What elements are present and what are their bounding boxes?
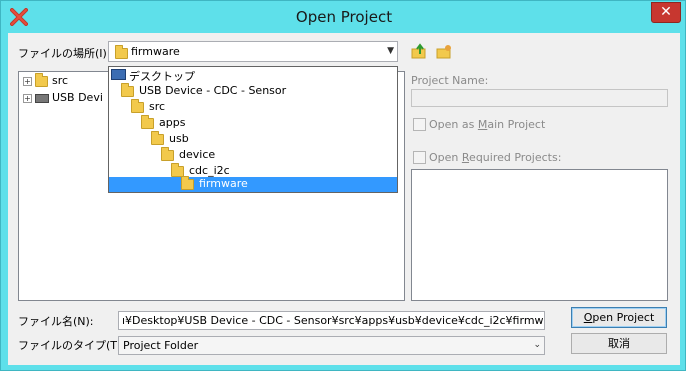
dropdown-item-usb[interactable]: usb [109,131,397,147]
location-label: ファイルの場所(I): [18,47,111,60]
dropdown-item-label: usb [169,132,189,145]
label-part: Open as [429,118,478,131]
dropdown-item-apps[interactable]: apps [109,115,397,131]
button-label: pen Project [592,311,655,324]
location-dropdown-list[interactable]: デスクトップ USB Device - CDC - Sensor src app… [108,66,398,193]
open-as-main-label: Open as Main Project [429,118,545,131]
dropdown-item-firmware[interactable]: firmware [109,176,397,192]
filename-input[interactable]: ı¥Desktop¥USB Device - CDC - Sensor¥src¥… [118,311,545,330]
close-button[interactable]: ✕ [651,2,681,23]
folder-icon [121,83,134,97]
up-folder-icon[interactable] [411,43,427,59]
filetype-label: ファイルのタイプ(T): [18,339,126,352]
expand-icon[interactable]: + [23,76,32,86]
cancel-button[interactable]: 取消 [571,333,667,354]
dropdown-item-usb-device[interactable]: USB Device - CDC - Sensor [109,83,397,99]
dropdown-item-label: デスクトップ [129,70,195,83]
dropdown-item-label: firmware [199,177,248,190]
dropdown-item-desktop[interactable]: デスクトップ [109,67,397,83]
chevron-down-icon[interactable]: ▼ [387,46,394,56]
filetype-select[interactable]: Project Folder ⌄ [118,336,545,355]
location-value: firmware [131,45,180,58]
location-combo[interactable]: firmware ▼ [108,41,398,62]
folder-icon [115,45,128,59]
dropdown-item-label: device [179,148,216,161]
dropdown-item-label: src [149,100,166,113]
folder-icon [151,131,164,145]
tree-item-usb-device[interactable]: + USB Devi [23,91,103,107]
open-as-main-checkbox[interactable] [413,118,426,131]
project-name-label: Project Name: [411,74,489,87]
filename-label: ファイル名(N): [18,315,94,328]
title-bar[interactable]: Open Project ✕ [1,1,686,33]
folder-icon [181,176,194,190]
folder-icon [161,147,174,161]
mnemonic: R [461,151,470,164]
folder-icon [141,115,154,129]
open-required-checkbox[interactable] [413,151,426,164]
open-project-button[interactable]: Open Project [571,307,667,328]
tree-item-src[interactable]: + src [23,72,69,90]
desktop-icon [111,69,126,80]
open-project-window: Open Project ✕ ファイルの場所(I): firmware ▼ + s… [0,0,686,371]
required-projects-list[interactable] [411,169,668,301]
filetype-value: Project Folder [123,339,199,352]
mnemonic: M [477,118,488,131]
folder-icon [131,99,144,113]
tree-item-label: src [52,74,69,87]
dropdown-item-device[interactable]: device [109,147,397,163]
expand-icon[interactable]: + [23,93,32,103]
label-part: Open [429,151,462,164]
tree-item-label: USB Devi [52,91,103,104]
dropdown-item-src[interactable]: src [109,99,397,115]
dialog-body: ファイルの場所(I): firmware ▼ + src + USB Devi [8,33,680,365]
label-part: ain Project [487,118,546,131]
new-folder-icon[interactable] [436,43,452,59]
dropdown-item-label: cdc_i2c [189,164,230,177]
dropdown-item-label: apps [159,116,186,129]
drive-icon [35,93,49,103]
project-name-field [411,89,668,107]
open-required-label: Open Required Projects: [429,151,561,164]
label-part: equired Projects: [469,151,562,164]
window-title: Open Project [295,8,393,26]
chevron-down-icon[interactable]: ⌄ [533,340,541,350]
folder-icon [35,72,48,87]
dropdown-item-label: USB Device - CDC - Sensor [139,84,287,97]
filename-value: ı¥Desktop¥USB Device - CDC - Sensor¥src¥… [122,314,545,327]
